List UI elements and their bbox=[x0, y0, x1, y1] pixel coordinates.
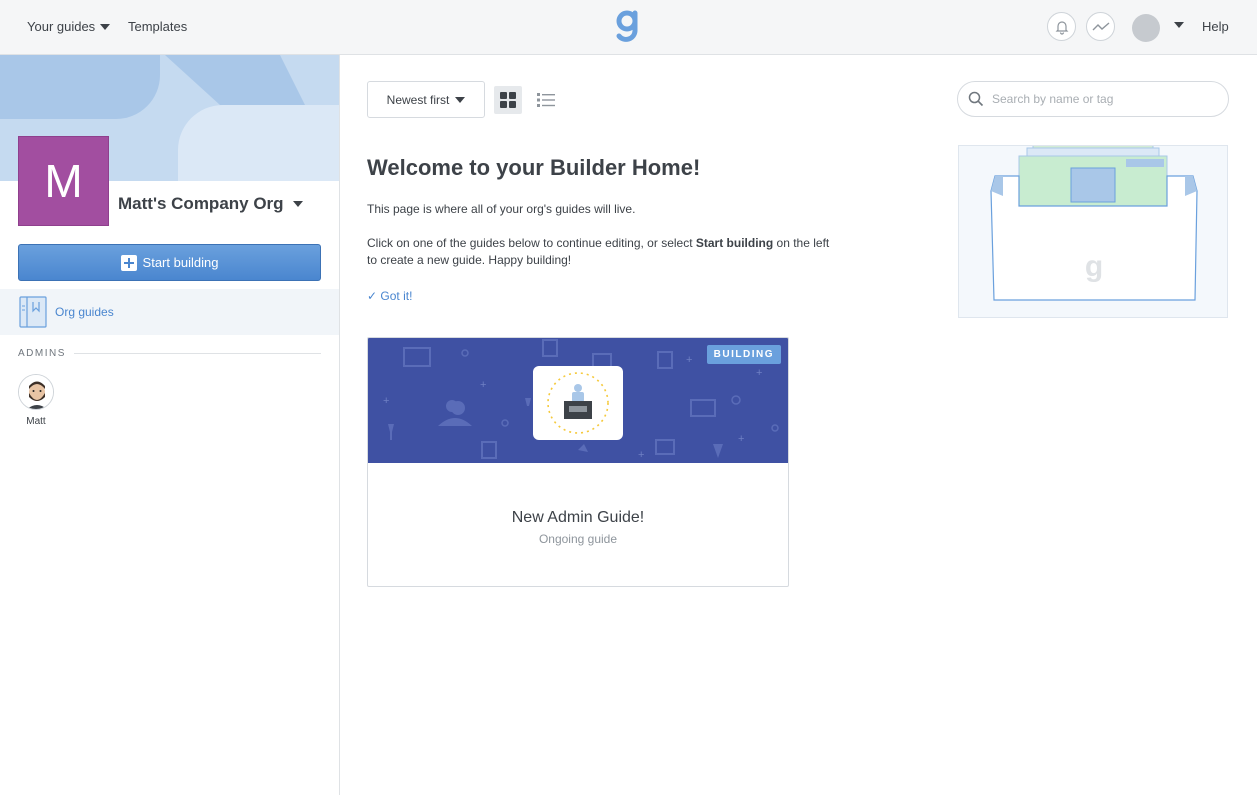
user-avatar[interactable] bbox=[1132, 14, 1160, 42]
your-guides-menu[interactable]: Your guides bbox=[27, 19, 111, 34]
svg-text:+: + bbox=[686, 354, 692, 366]
grid-icon bbox=[500, 92, 516, 108]
chevron-down-icon bbox=[100, 23, 111, 30]
instructions-part: Click on one of the guides below to cont… bbox=[367, 236, 696, 250]
welcome-text: This page is where all of your org's gui… bbox=[367, 202, 636, 216]
admins-heading-label: ADMINS bbox=[18, 348, 66, 359]
guide-card-image: + + + + + + BUILDING bbox=[368, 338, 788, 463]
instructions-bold: Start building bbox=[695, 236, 774, 250]
list-view-button[interactable] bbox=[532, 86, 560, 114]
divider bbox=[73, 353, 321, 354]
guide-subtitle: Ongoing guide bbox=[538, 532, 618, 546]
org-switcher[interactable]: Matt's Company Org bbox=[118, 194, 303, 214]
got-it-label: Got it! bbox=[380, 289, 413, 303]
person-avatar-icon bbox=[19, 375, 53, 409]
admins-heading: ADMINS bbox=[18, 348, 321, 359]
svg-text:+: + bbox=[756, 367, 762, 379]
status-badge: BUILDING bbox=[706, 345, 781, 364]
svg-text:g: g bbox=[1085, 250, 1103, 283]
search-icon bbox=[968, 91, 984, 107]
activity-button[interactable] bbox=[1086, 12, 1115, 41]
chevron-down-icon bbox=[455, 96, 466, 103]
welcome-instructions: Click on one of the guides below to cont… bbox=[367, 235, 837, 269]
sort-label: Newest first bbox=[386, 92, 450, 107]
templates-label: Templates bbox=[128, 19, 188, 34]
admin-name: Matt bbox=[26, 416, 46, 427]
svg-text:+: + bbox=[383, 395, 389, 407]
chevron-down-icon bbox=[292, 201, 303, 207]
notifications-button[interactable] bbox=[1047, 12, 1076, 41]
sidebar: M Matt's Company Org Start building Org … bbox=[0, 55, 340, 795]
guide-card[interactable]: + + + + + + BUILDING New Admin Guide! On… bbox=[367, 337, 789, 587]
your-guides-label: Your guides bbox=[27, 19, 96, 34]
admin-avatar[interactable] bbox=[18, 374, 54, 410]
check-icon: ✓ bbox=[367, 289, 378, 303]
guide-box-illustration: g bbox=[958, 137, 1228, 318]
list-icon bbox=[537, 93, 555, 107]
help-label: Help bbox=[1202, 19, 1229, 34]
svg-text:+: + bbox=[480, 379, 486, 391]
org-guides-label: Org guides bbox=[55, 305, 114, 319]
activity-icon bbox=[1092, 21, 1109, 30]
user-menu-toggle[interactable] bbox=[1169, 22, 1184, 28]
search-input[interactable] bbox=[992, 92, 1212, 106]
plus-icon bbox=[120, 254, 137, 271]
book-icon bbox=[19, 296, 47, 328]
help-link[interactable]: Help bbox=[1202, 19, 1229, 34]
start-building-button[interactable]: Start building bbox=[18, 244, 321, 281]
bell-icon bbox=[1055, 20, 1068, 35]
guide-box-image: g bbox=[990, 137, 1198, 301]
sidebar-item-org-guides[interactable]: Org guides bbox=[0, 289, 339, 335]
welcome-title: Welcome to your Builder Home! bbox=[367, 155, 701, 180]
top-bar: Your guides Templates Help bbox=[0, 0, 1257, 55]
got-it-link[interactable]: ✓ Got it! bbox=[367, 289, 412, 303]
grid-view-button[interactable] bbox=[494, 86, 522, 114]
svg-text:+: + bbox=[738, 433, 744, 445]
org-logo: M bbox=[18, 136, 109, 226]
org-initial: M bbox=[44, 155, 83, 207]
start-building-label: Start building bbox=[142, 255, 219, 270]
guide-title: New Admin Guide! bbox=[511, 509, 645, 526]
guidebook-g-icon[interactable] bbox=[614, 9, 642, 43]
sort-dropdown[interactable]: Newest first bbox=[367, 81, 485, 118]
chevron-down-icon bbox=[1174, 22, 1184, 28]
search-box[interactable] bbox=[957, 81, 1229, 117]
svg-text:+: + bbox=[638, 449, 644, 461]
org-name: Matt's Company Org bbox=[118, 194, 284, 213]
templates-link[interactable]: Templates bbox=[128, 19, 187, 34]
